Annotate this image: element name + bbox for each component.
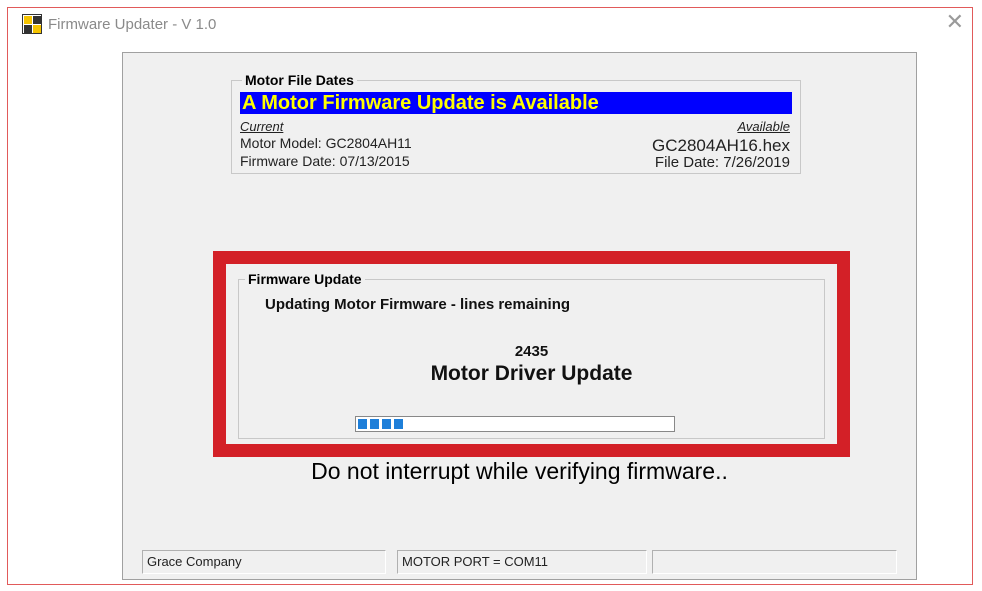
window-title: Firmware Updater - V 1.0 xyxy=(48,16,217,33)
motor-file-dates-legend: Motor File Dates xyxy=(242,72,357,88)
status-motor-port: MOTOR PORT = COM11 xyxy=(397,550,647,574)
title-bar[interactable]: Firmware Updater - V 1.0 ✕ xyxy=(8,8,972,42)
update-available-banner: A Motor Firmware Update is Available xyxy=(240,92,792,114)
app-grid-icon[interactable] xyxy=(22,14,42,34)
available-file-date: File Date: 7/26/2019 xyxy=(654,154,790,171)
motor-driver-update-label: Motor Driver Update xyxy=(430,362,633,385)
firmware-update-legend: Firmware Update xyxy=(245,271,365,287)
firmware-updater-window: Firmware Updater - V 1.0 ✕ Motor File Da… xyxy=(7,7,973,585)
firmware-update-group: Firmware Update Updating Motor Firmware … xyxy=(238,271,825,439)
progress-segment xyxy=(358,419,367,429)
available-label: Available xyxy=(737,119,790,134)
current-motor-model: Motor Model: GC2804AH11 xyxy=(240,135,412,151)
status-extra xyxy=(652,550,897,574)
progress-segment xyxy=(394,419,403,429)
progress-segment xyxy=(382,419,391,429)
dialog-client-area: Motor File Dates A Motor Firmware Update… xyxy=(122,52,917,580)
status-company: Grace Company xyxy=(142,550,386,574)
do-not-interrupt-warning: Do not interrupt while verifying firmwar… xyxy=(311,458,728,484)
motor-file-dates-group: Motor File Dates A Motor Firmware Update… xyxy=(231,72,801,174)
progress-segment xyxy=(370,419,379,429)
update-status-text: Updating Motor Firmware - lines remainin… xyxy=(265,296,571,313)
current-label: Current xyxy=(240,119,284,134)
status-bar: Grace Company MOTOR PORT = COM11 xyxy=(142,550,897,574)
lines-remaining-count: 2435 xyxy=(514,343,549,360)
available-file-name: GC2804AH16.hex xyxy=(652,136,790,155)
current-firmware-date: Firmware Date: 07/13/2015 xyxy=(240,153,410,169)
update-progress-bar xyxy=(355,416,675,432)
progress-fill xyxy=(358,419,403,429)
close-icon[interactable]: ✕ xyxy=(946,11,964,33)
